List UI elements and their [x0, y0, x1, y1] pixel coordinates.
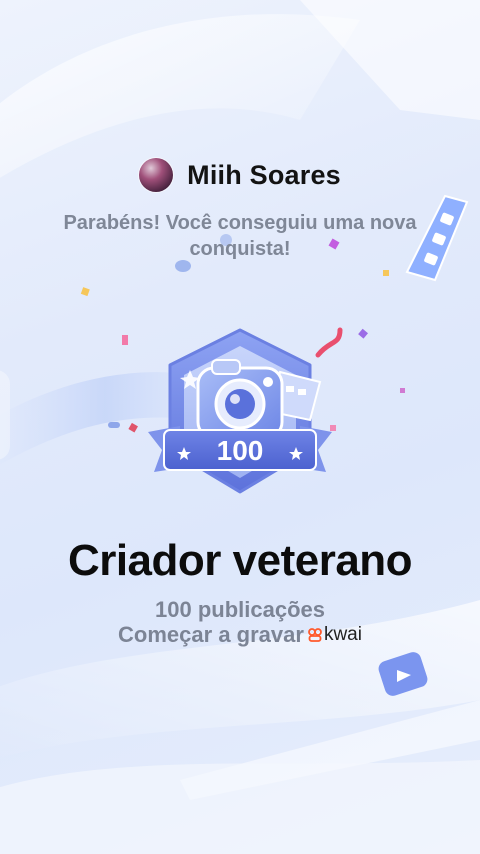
start-recording-row: Começar a gravar kwai: [0, 622, 480, 648]
badge-number: 100: [217, 435, 264, 466]
achievement-badge: 100: [148, 328, 332, 494]
achievement-subtitle: 100 publicações: [155, 597, 325, 622]
kwai-label: kwai: [323, 624, 362, 645]
start-recording-link[interactable]: Começar a gravar: [118, 622, 304, 648]
achievement-title: Criador veterano: [67, 536, 413, 585]
congrats-message: Parabéns! Você conseguiu uma nova conqui…: [63, 212, 417, 260]
avatar[interactable]: [139, 158, 174, 192]
user-header: Miih Soares: [0, 158, 480, 192]
kwai-logo-icon: [308, 628, 322, 642]
achievement-screen: Miih Soares Parabéns! Você conseguiu uma…: [0, 0, 480, 854]
username: Miih Soares: [187, 159, 341, 190]
kwai-brand[interactable]: kwai: [308, 624, 362, 646]
